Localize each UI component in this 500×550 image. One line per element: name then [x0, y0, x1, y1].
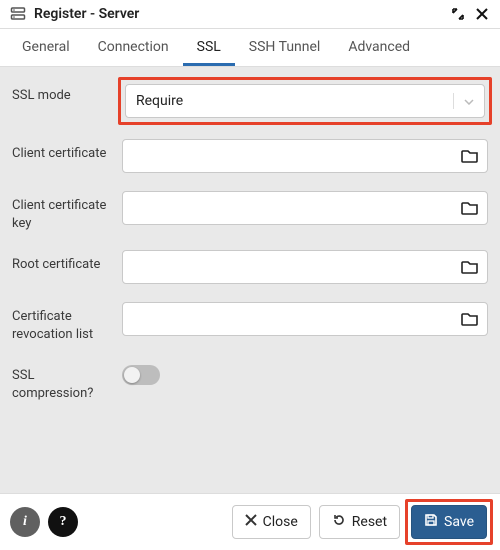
client-cert-input-group [122, 139, 488, 173]
client-cert-input[interactable] [133, 148, 461, 164]
save-button[interactable]: Save [411, 505, 487, 539]
x-icon [245, 514, 257, 530]
help-icon: ? [60, 514, 67, 530]
server-icon [10, 6, 26, 22]
reset-button-label: Reset [352, 514, 387, 530]
ssl-compression-label: SSL compression? [12, 361, 112, 402]
ssl-compression-toggle[interactable] [122, 365, 160, 385]
crl-input-group [122, 302, 488, 336]
folder-icon[interactable] [461, 259, 479, 275]
dialog-header: Register - Server [0, 0, 500, 29]
save-highlight: Save [405, 499, 493, 545]
client-cert-key-input-group [122, 191, 488, 225]
info-button[interactable]: i [10, 507, 40, 537]
crl-input[interactable] [133, 311, 461, 327]
tab-general[interactable]: General [8, 29, 84, 66]
chevron-down-icon [453, 93, 474, 109]
folder-icon[interactable] [461, 200, 479, 216]
ssl-mode-highlight: Require [118, 77, 492, 125]
save-button-label: Save [444, 514, 474, 530]
dialog-title: Register - Server [34, 6, 450, 22]
close-icon[interactable] [474, 6, 490, 22]
root-cert-input[interactable] [133, 259, 461, 275]
reset-button[interactable]: Reset [319, 505, 400, 539]
crl-label: Certificate revocation list [12, 302, 112, 343]
info-icon: i [23, 514, 27, 530]
close-button[interactable]: Close [232, 505, 311, 539]
ssl-mode-value: Require [136, 93, 183, 109]
tab-connection[interactable]: Connection [84, 29, 183, 66]
tabs: General Connection SSL SSH Tunnel Advanc… [0, 29, 500, 67]
toggle-knob [124, 367, 140, 383]
tab-advanced[interactable]: Advanced [334, 29, 424, 66]
tab-ssh-tunnel[interactable]: SSH Tunnel [235, 29, 335, 66]
close-button-label: Close [263, 514, 298, 530]
ssl-mode-label: SSL mode [12, 81, 112, 105]
reset-icon [332, 513, 346, 531]
help-button[interactable]: ? [48, 507, 78, 537]
folder-icon[interactable] [461, 311, 479, 327]
folder-icon[interactable] [461, 148, 479, 164]
ssl-mode-select[interactable]: Require [125, 84, 485, 118]
tab-ssl[interactable]: SSL [183, 29, 235, 66]
client-cert-key-label: Client certificate key [12, 191, 112, 232]
expand-icon[interactable] [450, 6, 466, 22]
root-cert-input-group [122, 250, 488, 284]
save-icon [424, 513, 438, 531]
client-cert-key-input[interactable] [133, 200, 461, 216]
client-cert-label: Client certificate [12, 139, 112, 163]
dialog-body: SSL mode Require Client certificate [0, 67, 500, 493]
dialog-footer: i ? Close Reset Save [0, 493, 500, 550]
root-cert-label: Root certificate [12, 250, 112, 274]
